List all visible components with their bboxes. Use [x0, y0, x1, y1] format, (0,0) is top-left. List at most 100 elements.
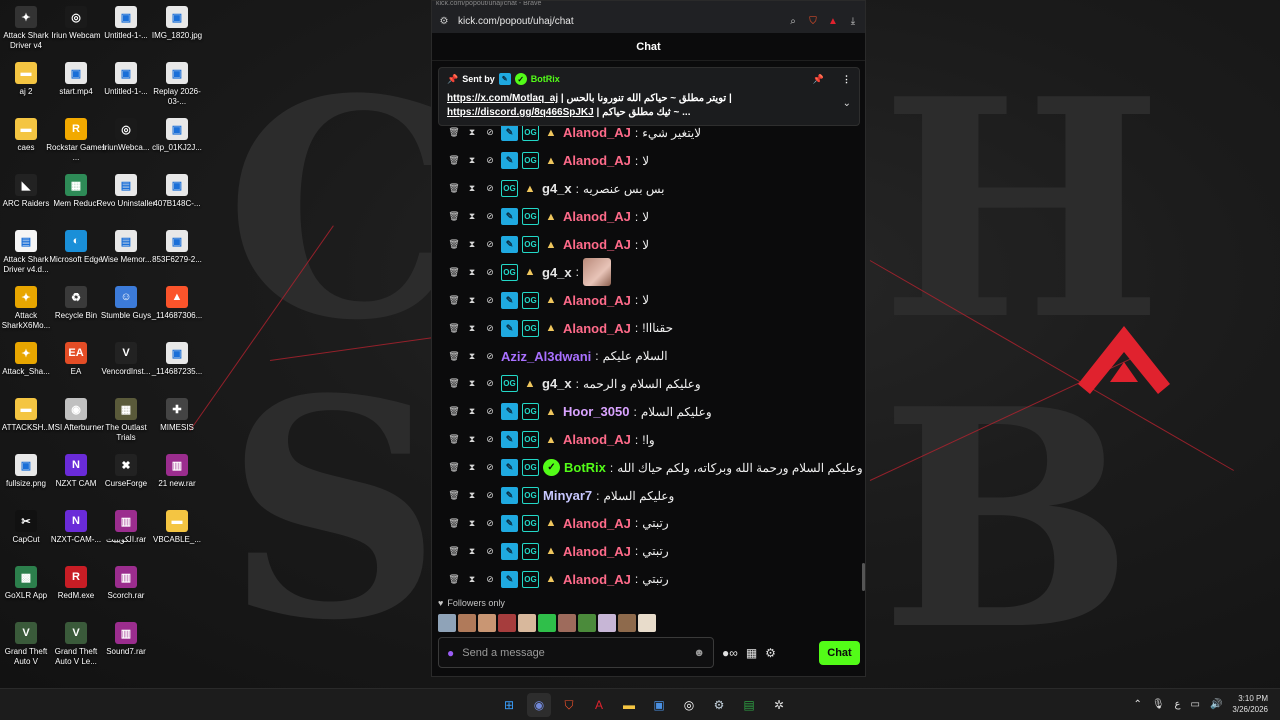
chat-message[interactable]: 🗑 ⧗ ⊘ ✎ OG ▲ Alanod_AJ: لا — [432, 286, 865, 314]
desktop-icon[interactable]: ▣ _114687235... — [151, 342, 203, 377]
chat-message[interactable]: 🗑 ⧗ ⊘ ✎ OG Minyar7: وعليكم السلام — [432, 482, 865, 510]
site-settings-icon[interactable]: ⚙ — [438, 16, 450, 27]
desktop-icon[interactable]: ▥ Sound7.rar — [100, 622, 152, 657]
timeout-icon[interactable]: ⧗ — [465, 377, 479, 391]
desktop-icon[interactable]: ▩ GoXLR App — [0, 566, 52, 601]
ban-icon[interactable]: ⊘ — [483, 154, 497, 168]
brave-shield-icon[interactable]: ⛉ — [807, 16, 819, 27]
emote-thumb[interactable] — [538, 614, 556, 632]
desktop-icon[interactable]: ▣ Untitled-1-... — [100, 6, 152, 41]
apex-icon[interactable]: A — [587, 693, 611, 717]
delete-message-icon[interactable]: 🗑 — [447, 405, 461, 419]
desktop-icon[interactable]: ▣ 853F6279-2... — [151, 230, 203, 265]
chat-username[interactable]: Alanod_AJ — [563, 153, 631, 168]
microphone-icon[interactable]: ● — [447, 646, 454, 660]
chatgpt-icon[interactable]: ✲ — [767, 693, 791, 717]
ban-icon[interactable]: ⊘ — [483, 182, 497, 196]
chat-message-list[interactable]: 🗑 ⧗ ⊘ ✎ OG ▲ Alanod_AJ: لايتغير شيء 🗑 ⧗ ⊘ ✎ OG ▲ Alano… — [432, 119, 865, 595]
pinned-link-twitter[interactable]: https://x.com/Motlaq_aj — [447, 93, 558, 104]
emote-thumb[interactable] — [438, 614, 456, 632]
chat-message[interactable]: 🗑 ⧗ ⊘ ✎ OG ▲ Alanod_AJ: رتبتي — [432, 565, 865, 593]
desktop-icon[interactable]: ✦ Attack SharkX6Mo... — [0, 286, 52, 331]
timeout-icon[interactable]: ⧗ — [465, 544, 479, 558]
ban-icon[interactable]: ⊘ — [483, 433, 497, 447]
delete-message-icon[interactable]: 🗑 — [447, 321, 461, 335]
chat-message[interactable]: 🗑 ⧗ ⊘ ✎ OG ▲ Alanod_AJ: وا! — [432, 426, 865, 454]
chat-username[interactable]: BotRix — [564, 460, 606, 475]
pinned-message[interactable]: 📌 Sent by ✎ ✓ BotRix 📌 ⋮ https://x.com/M… — [438, 67, 860, 126]
desktop-icon[interactable]: ▤ Attack Shark Driver v4.d... — [0, 230, 52, 275]
emote-thumb[interactable] — [458, 614, 476, 632]
desktop-icon[interactable]: V Grand Theft Auto V Le... — [50, 622, 102, 667]
delete-message-icon[interactable]: 🗑 — [447, 516, 461, 530]
network-icon[interactable]: ▭ — [1191, 699, 1200, 710]
desktop-icon[interactable]: ▣ IMG_1820.jpg — [151, 6, 203, 41]
timeout-icon[interactable]: ⧗ — [465, 154, 479, 168]
delete-message-icon[interactable]: 🗑 — [447, 265, 461, 279]
store-icon[interactable]: ▦ — [746, 646, 757, 660]
timeout-icon[interactable]: ⧗ — [465, 210, 479, 224]
ban-icon[interactable]: ⊘ — [483, 377, 497, 391]
delete-message-icon[interactable]: 🗑 — [447, 238, 461, 252]
delete-message-icon[interactable]: 🗑 — [447, 126, 461, 140]
desktop-icon[interactable]: ▣ clip_01KJ2J... — [151, 118, 203, 153]
app-icon[interactable]: ▣ — [647, 693, 671, 717]
emoji-icon[interactable]: ☻ — [693, 647, 705, 659]
desktop-icon[interactable]: N NZXT-CAM-... — [50, 510, 102, 545]
url-text[interactable]: kick.com/popout/uhaj/chat — [458, 16, 779, 27]
chat-username[interactable]: Alanod_AJ — [563, 209, 631, 224]
timeout-icon[interactable]: ⧗ — [465, 516, 479, 530]
timeout-icon[interactable]: ⧗ — [465, 489, 479, 503]
start-menu-icon[interactable]: ⊞ — [497, 693, 521, 717]
delete-message-icon[interactable]: 🗑 — [447, 349, 461, 363]
chat-username[interactable]: Alanod_AJ — [563, 237, 631, 252]
delete-message-icon[interactable]: 🗑 — [447, 572, 461, 586]
delete-message-icon[interactable]: 🗑 — [447, 433, 461, 447]
ban-icon[interactable]: ⊘ — [483, 349, 497, 363]
chat-message[interactable]: 🗑 ⧗ ⊘ ✎ OG ▲ Alanod_AJ: لا — [432, 203, 865, 231]
timeout-icon[interactable]: ⧗ — [465, 321, 479, 335]
ban-icon[interactable]: ⊘ — [483, 489, 497, 503]
ban-icon[interactable]: ⊘ — [483, 238, 497, 252]
chat-message[interactable]: 🗑 ⧗ ⊘ Aziz_Al3dwani: السلام عليكم — [432, 342, 865, 370]
timeout-icon[interactable]: ⧗ — [465, 349, 479, 363]
chat-username[interactable]: Alanod_AJ — [563, 293, 631, 308]
emote-thumb[interactable] — [558, 614, 576, 632]
timeout-icon[interactable]: ⧗ — [465, 265, 479, 279]
delete-message-icon[interactable]: 🗑 — [447, 377, 461, 391]
discord-icon[interactable]: ◉ — [527, 693, 551, 717]
emote-thumb[interactable] — [518, 614, 536, 632]
send-chat-button[interactable]: Chat — [819, 640, 860, 665]
kick-points-icon[interactable]: ●∞ — [722, 646, 738, 660]
delete-message-icon[interactable]: 🗑 — [447, 154, 461, 168]
delete-message-icon[interactable]: 🗑 — [447, 461, 461, 475]
desktop-icon[interactable]: ▣ Replay 2026-03-... — [151, 62, 203, 107]
iriun-icon[interactable]: ◎ — [677, 693, 701, 717]
delete-message-icon[interactable]: 🗑 — [447, 544, 461, 558]
timeout-icon[interactable]: ⧗ — [465, 405, 479, 419]
ban-icon[interactable]: ⊘ — [483, 461, 497, 475]
emote-thumb[interactable] — [578, 614, 596, 632]
chat-message[interactable]: 🗑 ⧗ ⊘ OG ▲ g4_x: وعليكم السلام و الرحمه — [432, 370, 865, 398]
ban-icon[interactable]: ⊘ — [483, 210, 497, 224]
clock[interactable]: 3:10 PM 3/26/2026 — [1232, 693, 1268, 715]
ban-icon[interactable]: ⊘ — [483, 265, 497, 279]
delete-message-icon[interactable]: 🗑 — [447, 210, 461, 224]
chat-username[interactable]: g4_x — [542, 265, 572, 280]
ban-icon[interactable]: ⊘ — [483, 516, 497, 530]
chat-message[interactable]: 🗑 ⧗ ⊘ ✎ OG ▲ Alanod_AJ: لا — [432, 231, 865, 259]
zoom-icon[interactable]: ⌕ — [787, 16, 799, 27]
emote-thumb[interactable] — [598, 614, 616, 632]
desktop-icon[interactable]: ▤ Revo Uninstaller — [97, 174, 155, 209]
chat-username[interactable]: Minyar7 — [543, 488, 592, 503]
desktop-icon[interactable]: ✦ Attack Shark Driver v4 — [0, 6, 52, 51]
chat-message[interactable]: 🗑 ⧗ ⊘ OG ▲ g4_x: بس بس عنصريه — [432, 175, 865, 203]
desktop-icon[interactable]: ▥ Scorch.rar — [100, 566, 152, 601]
desktop-icon[interactable]: ▲ _114687306... — [151, 286, 203, 321]
message-input-placeholder[interactable]: Send a message — [462, 647, 685, 659]
desktop-icon[interactable]: ▥ 21 new.rar — [151, 454, 203, 489]
desktop-icon[interactable]: EA EA — [50, 342, 102, 377]
ban-icon[interactable]: ⊘ — [483, 572, 497, 586]
timeout-icon[interactable]: ⧗ — [465, 572, 479, 586]
desktop-icon[interactable]: ◐ Microsoft Edge — [49, 230, 103, 265]
